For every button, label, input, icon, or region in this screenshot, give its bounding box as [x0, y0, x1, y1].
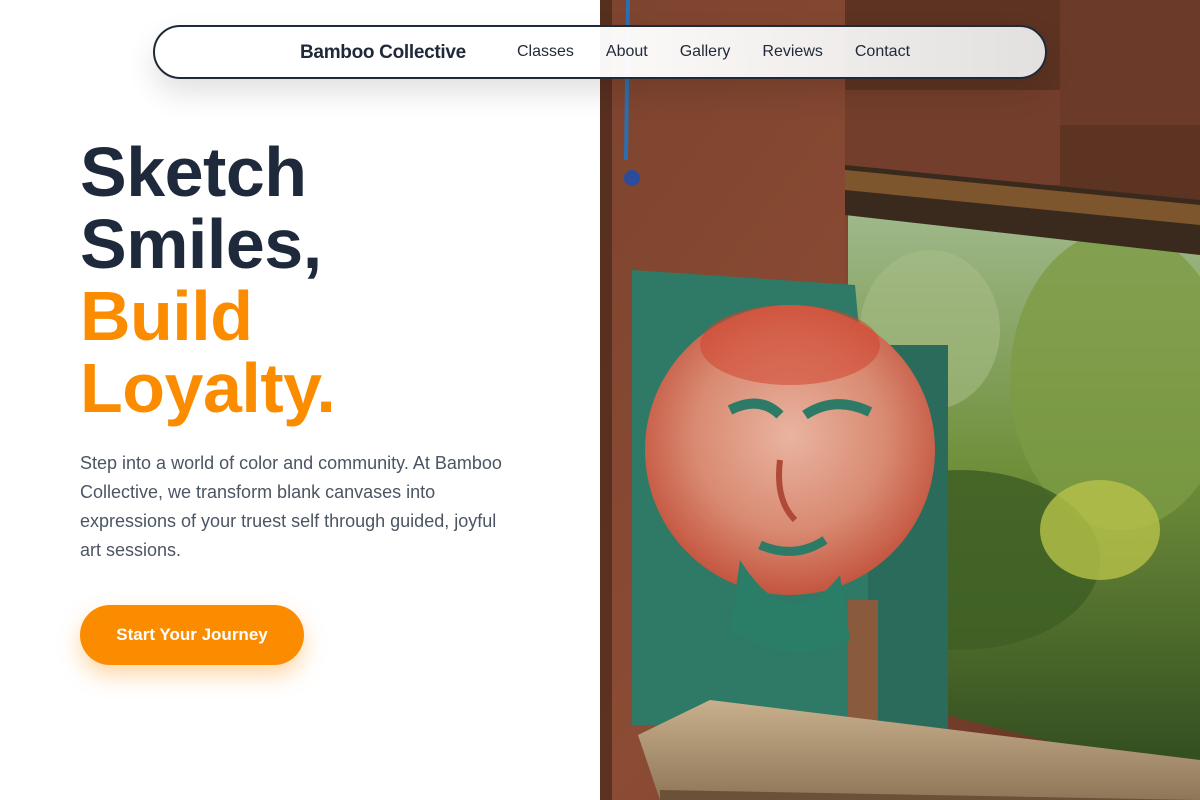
nav-link-classes[interactable]: Classes — [517, 42, 574, 62]
hero-intro-text: Step into a world of color and community… — [80, 453, 502, 560]
hero-image — [600, 0, 1200, 800]
headline-line-sketch: Sketch — [80, 133, 307, 211]
nav-link-about[interactable]: About — [606, 42, 648, 62]
headline-line-build: Build — [80, 277, 253, 355]
hero-headline: Sketch Smiles, Build Loyalty. — [80, 136, 580, 424]
nav-link-reviews[interactable]: Reviews — [762, 42, 822, 62]
brand-logo-text[interactable]: Bamboo Collective — [300, 42, 466, 64]
headline-line-smiles: Smiles, — [80, 205, 322, 283]
artwork-photo — [600, 0, 1200, 800]
nav-link-contact[interactable]: Contact — [855, 42, 910, 62]
nav-link-gallery[interactable]: Gallery — [680, 42, 731, 62]
start-journey-button[interactable]: Start Your Journey — [80, 605, 304, 665]
top-navbar: Bamboo Collective Classes About Gallery … — [153, 25, 1047, 79]
headline-line-loyalty: Loyalty. — [80, 349, 336, 427]
nav-links: Classes About Gallery Reviews Contact — [517, 42, 942, 62]
